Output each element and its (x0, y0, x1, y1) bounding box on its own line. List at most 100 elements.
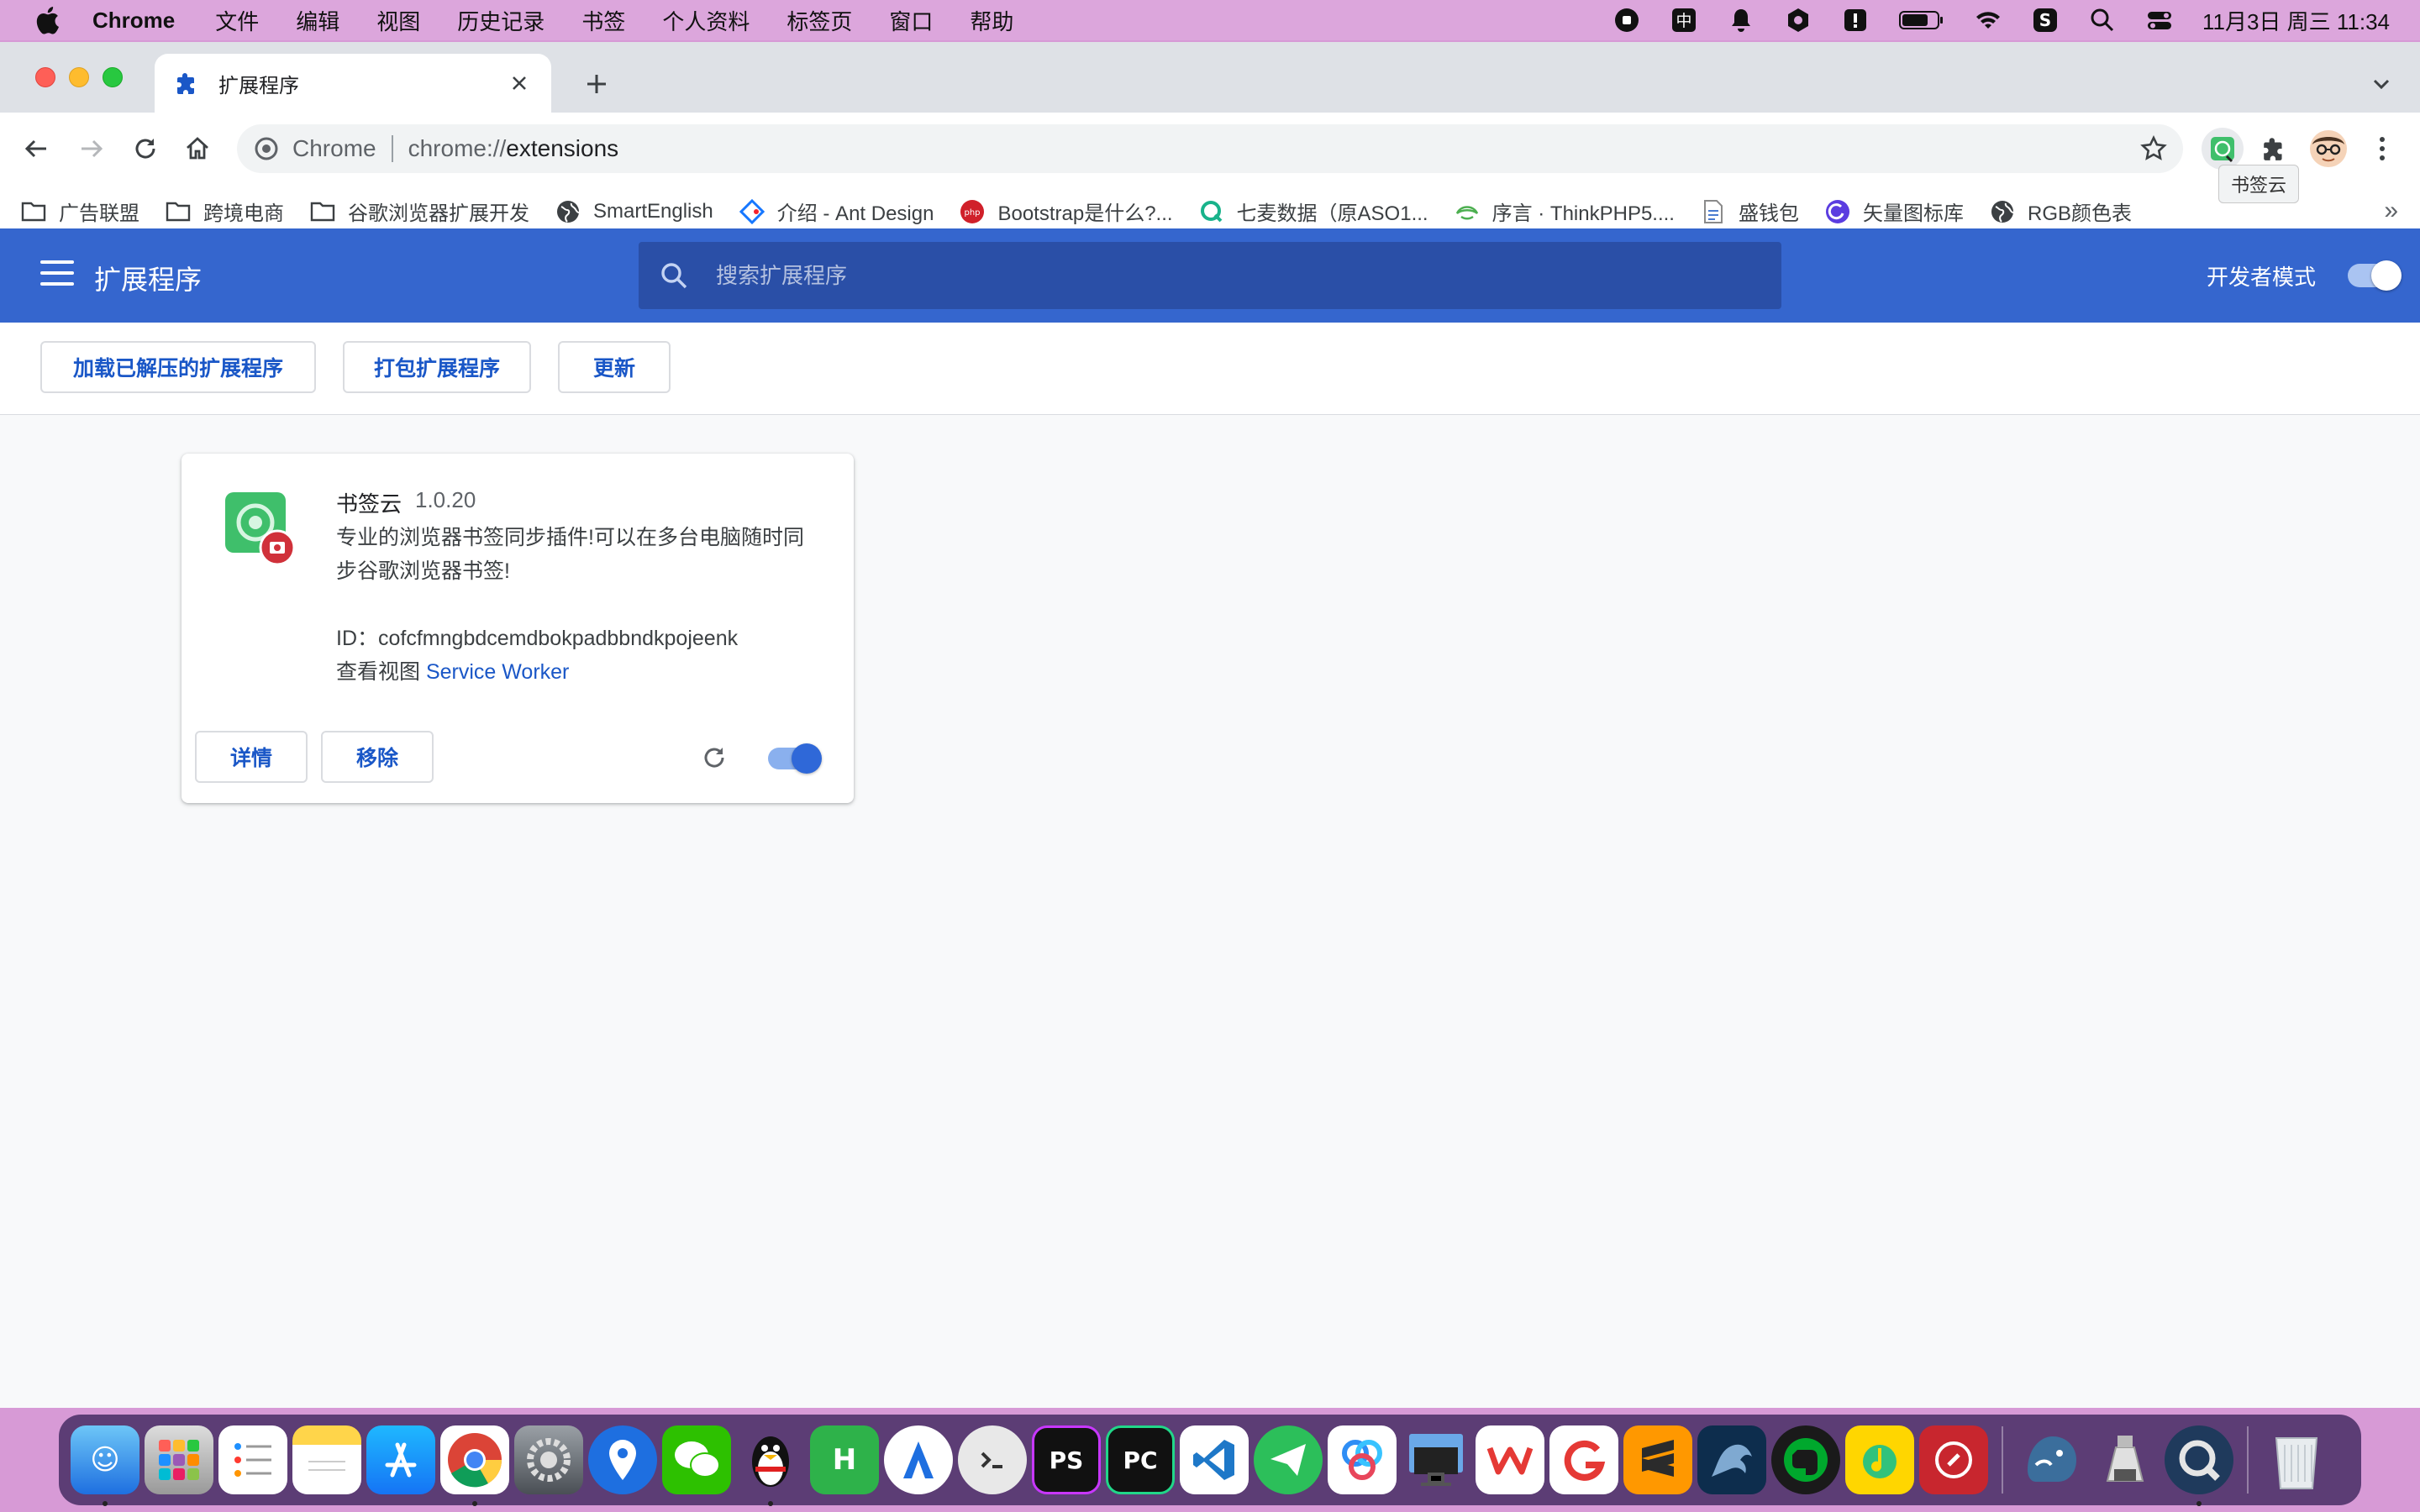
paper-plane-icon[interactable] (1254, 1425, 1323, 1494)
remove-button[interactable]: 移除 (321, 731, 434, 783)
bookmark-item[interactable]: 七麦数据（原ASO1... (1198, 197, 1428, 226)
menu-edit[interactable]: 编辑 (296, 5, 339, 36)
hbuilder-icon[interactable]: H (810, 1425, 879, 1494)
close-window-button[interactable] (35, 67, 55, 87)
update-button[interactable]: 更新 (558, 341, 671, 393)
baidu-netdisk-icon[interactable] (1328, 1425, 1397, 1494)
apple-menu-icon[interactable] (30, 3, 64, 37)
wifi-icon[interactable] (1974, 6, 2002, 34)
notes-icon[interactable] (292, 1425, 361, 1494)
alert-icon[interactable] (1841, 6, 1870, 34)
menu-history[interactable]: 历史记录 (457, 5, 544, 36)
back-arrow-icon[interactable] (18, 131, 54, 166)
qq-music-icon[interactable] (1845, 1425, 1914, 1494)
bookmark-cloud-extension-icon[interactable] (2202, 128, 2244, 170)
bookmark-item[interactable]: RGB颜色表 (1989, 197, 2132, 226)
vscode-icon[interactable] (1180, 1425, 1249, 1494)
hamburger-menu-icon[interactable] (40, 260, 74, 291)
finder-icon[interactable]: ☺ (71, 1425, 139, 1506)
bookmark-item[interactable]: 谷歌浏览器扩展开发 (309, 197, 529, 226)
wechat-icon[interactable] (662, 1425, 731, 1494)
control-center-icon[interactable] (2145, 6, 2174, 34)
profile-avatar[interactable] (2307, 128, 2349, 170)
extensions-puzzle-icon[interactable] (2254, 128, 2296, 170)
forward-arrow-icon[interactable] (74, 131, 109, 166)
reload-extension-icon[interactable] (697, 741, 731, 774)
menu-help[interactable]: 帮助 (970, 5, 1013, 36)
instruments-icon[interactable] (884, 1425, 953, 1494)
app-store-icon[interactable] (366, 1425, 435, 1494)
search-input[interactable] (716, 262, 1724, 289)
mysql-dolphin-icon[interactable] (1697, 1425, 1766, 1494)
s-app-icon[interactable]: S (2031, 6, 2060, 34)
git-client-icon[interactable] (1549, 1425, 1618, 1494)
bookmark-item[interactable]: 盛钱包 (1700, 197, 1799, 226)
screen-sharing-icon[interactable] (1402, 1425, 1470, 1494)
bookmark-item[interactable]: 广告联盟 (20, 197, 139, 226)
bookmark-item[interactable]: SmartEnglish (555, 198, 713, 225)
tab-close-icon[interactable] (508, 71, 531, 95)
menu-window[interactable]: 窗口 (889, 5, 933, 36)
maximize-window-button[interactable] (103, 67, 123, 87)
evernote-elephant-icon[interactable] (1771, 1425, 1840, 1494)
extension-enable-toggle[interactable] (768, 743, 822, 774)
launchpad-icon[interactable] (145, 1425, 213, 1494)
bell-icon[interactable] (1727, 6, 1755, 34)
bookmark-item[interactable]: 序言 · ThinkPHP5.... (1454, 197, 1675, 226)
bookmark-star-icon[interactable] (2139, 134, 2168, 163)
hexagon-icon[interactable] (1784, 6, 1812, 34)
extensions-search-box[interactable] (639, 242, 1781, 309)
home-icon[interactable] (180, 131, 215, 166)
developer-mode-toggle[interactable] (2348, 260, 2402, 291)
bookmark-label: 矢量图标库 (1862, 202, 1964, 225)
menu-view[interactable]: 视图 (376, 5, 420, 36)
remote-desktop-icon[interactable] (1919, 1425, 1988, 1494)
omnibox-separator (391, 135, 393, 162)
toggle-knob (2371, 260, 2402, 291)
tab-extensions[interactable]: 扩展程序 (155, 54, 551, 113)
thinkphp-icon (1454, 198, 1481, 225)
spotlight-search-icon[interactable] (2088, 6, 2117, 34)
menu-file[interactable]: 文件 (215, 5, 259, 36)
new-tab-plus-icon[interactable] (580, 67, 613, 101)
phpstorm-icon[interactable]: PS (1032, 1425, 1101, 1494)
bookmark-item[interactable]: 矢量图标库 (1824, 197, 1964, 226)
record-icon[interactable] (1612, 6, 1641, 34)
wps-icon[interactable] (1476, 1425, 1544, 1494)
service-worker-link[interactable]: Service Worker (426, 660, 569, 684)
qq-penguin-icon[interactable] (736, 1425, 805, 1506)
menu-bookmarks[interactable]: 书签 (581, 5, 625, 36)
puzzle-icon (177, 73, 194, 94)
trash-icon[interactable] (2262, 1425, 2331, 1494)
disk-utility-icon[interactable] (2091, 1425, 2160, 1494)
battery-icon[interactable] (1898, 6, 1945, 34)
bookmark-item[interactable]: php Bootstrap是什么?... (959, 197, 1173, 226)
pack-extension-button[interactable]: 打包扩展程序 (343, 341, 531, 393)
load-unpacked-button[interactable]: 加载已解压的扩展程序 (40, 341, 316, 393)
maps-pin-icon[interactable] (588, 1425, 657, 1494)
pycharm-icon[interactable]: PC (1106, 1425, 1175, 1494)
inspect-views-row: 查看视图 Service Worker (336, 655, 569, 685)
tableplus-elephant-icon[interactable] (2017, 1425, 2086, 1494)
reminders-icon[interactable] (218, 1425, 287, 1494)
tab-search-chevron-icon[interactable] (2366, 69, 2396, 99)
quicktime-icon[interactable] (2165, 1425, 2233, 1506)
bookmark-item[interactable]: 跨境电商 (165, 197, 284, 226)
minimize-window-button[interactable] (69, 67, 89, 87)
input-method-icon[interactable]: 中 (1670, 6, 1698, 34)
sublime-text-icon[interactable] (1623, 1425, 1692, 1494)
bookmarks-overflow-chevron-icon[interactable]: » (2384, 197, 2398, 225)
reload-icon[interactable] (128, 131, 163, 166)
menu-app-name[interactable]: Chrome (92, 8, 175, 34)
address-bar[interactable]: Chrome chrome://extensions (237, 124, 2183, 173)
chrome-menu-kebab-icon[interactable] (2361, 128, 2403, 170)
system-preferences-icon[interactable] (514, 1425, 583, 1494)
terminal-bubble-icon[interactable] (958, 1425, 1027, 1494)
bookmark-item[interactable]: 介绍 - Ant Design (739, 197, 934, 226)
menu-profiles[interactable]: 个人资料 (662, 5, 750, 36)
menu-tabs[interactable]: 标签页 (786, 5, 852, 36)
chrome-icon[interactable] (440, 1425, 509, 1506)
dock-separator (2247, 1426, 2249, 1494)
details-button[interactable]: 详情 (195, 731, 308, 783)
menubar-clock[interactable]: 11月3日 周三 11:34 (2202, 5, 2390, 36)
